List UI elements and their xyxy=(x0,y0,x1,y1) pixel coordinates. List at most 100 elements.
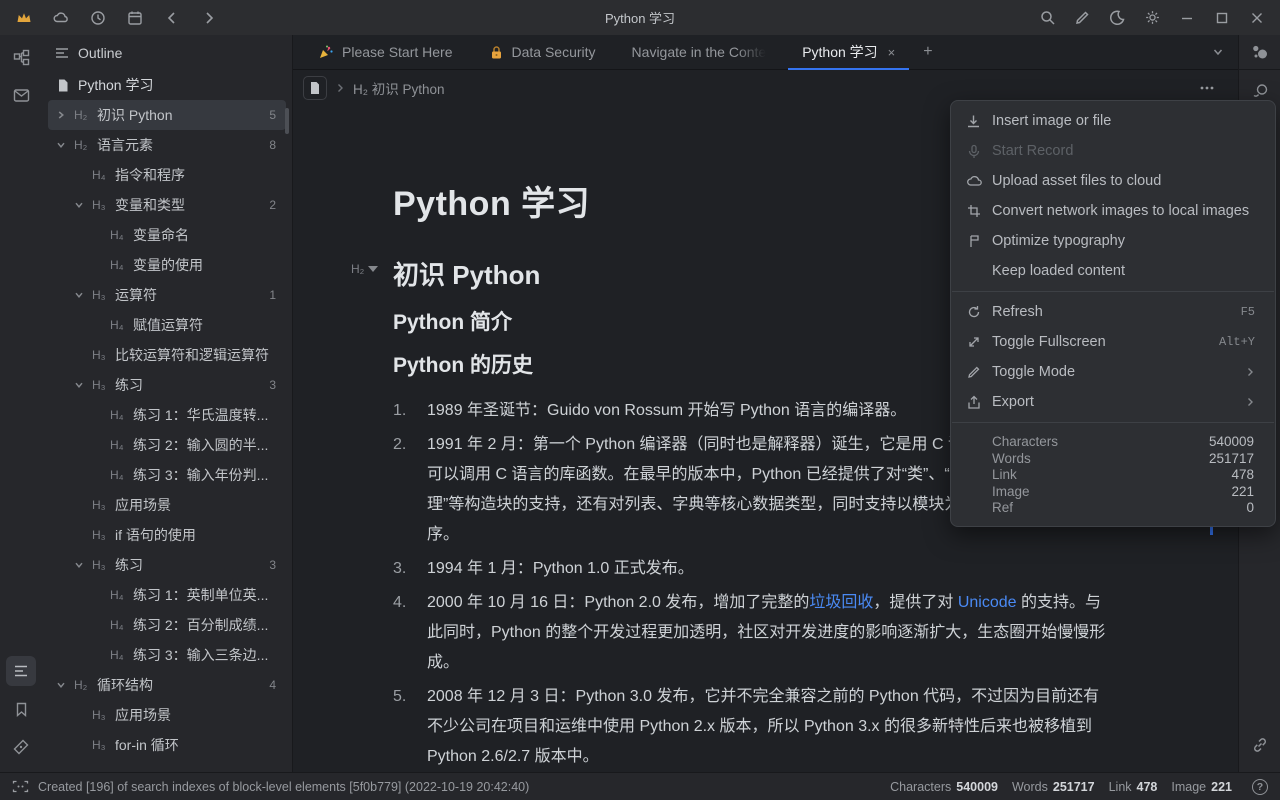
chevron-down-icon[interactable] xyxy=(74,290,92,300)
settings-gear-icon[interactable] xyxy=(1141,7,1163,29)
insert-download-icon xyxy=(965,114,982,129)
cloud-icon xyxy=(965,174,982,188)
edit-icon[interactable] xyxy=(1071,7,1093,29)
outline-item[interactable]: H₄练习 2：百分制成绩... xyxy=(48,610,286,640)
tab-python-study[interactable]: Python 学习 × xyxy=(784,35,913,69)
chevron-down-icon[interactable] xyxy=(56,140,74,150)
outline-item[interactable]: H₄练习 3：输入年份判... xyxy=(48,460,286,490)
status-message: Created [196] of search indexes of block… xyxy=(38,780,529,794)
outline-item[interactable]: H₃练习3 xyxy=(48,370,286,400)
outline-icon xyxy=(54,45,70,61)
tab-list-chevron-icon[interactable] xyxy=(1212,35,1238,69)
outline-item[interactable]: H₃if 语句的使用 xyxy=(48,520,286,550)
history-icon[interactable] xyxy=(87,7,109,29)
back-icon[interactable] xyxy=(161,7,183,29)
outline-item[interactable]: H₄练习 2：输入圆的半... xyxy=(48,430,286,460)
chevron-right-icon[interactable] xyxy=(56,110,74,120)
outline-doc-title: Python 学习 xyxy=(78,75,153,95)
close-icon[interactable] xyxy=(1246,7,1268,29)
lock-icon xyxy=(489,45,504,60)
menu-item-toggle-mode[interactable]: Toggle Mode xyxy=(951,357,1275,387)
outline-item[interactable]: H₃比较运算符和逻辑运算符 xyxy=(48,340,286,370)
outline-item[interactable]: H₄变量的使用 xyxy=(48,250,286,280)
statusbar: Created [196] of search indexes of block… xyxy=(0,772,1280,800)
menu-item-upload-assets[interactable]: Upload asset files to cloud xyxy=(951,166,1275,196)
bookmark-icon[interactable] xyxy=(6,694,36,724)
breadcrumb-chevron-icon xyxy=(335,83,345,93)
outline-item[interactable]: H₂语言元素8 xyxy=(48,130,286,160)
crown-icon[interactable] xyxy=(13,7,35,29)
document-icon xyxy=(56,78,70,93)
menu-item-start-record[interactable]: Start Record xyxy=(951,136,1275,166)
breadcrumb-item[interactable]: H₂ 初识 Python xyxy=(353,78,445,98)
file-tree-icon[interactable] xyxy=(6,42,36,72)
backlink-icon[interactable] xyxy=(1245,730,1275,760)
document-icon xyxy=(309,81,321,95)
outline-item[interactable]: H₄指令和程序 xyxy=(48,160,286,190)
outline-item[interactable]: H₃for-in 循环 xyxy=(48,730,286,760)
status-words: Words251717 xyxy=(1012,780,1095,794)
outline-item[interactable]: H₄练习 1：英制单位英... xyxy=(48,580,286,610)
pencil-icon xyxy=(965,365,982,379)
typography-icon xyxy=(965,234,982,248)
graph-bubbles-icon[interactable] xyxy=(1245,37,1275,67)
outline-item[interactable]: H₃应用场景 xyxy=(48,700,286,730)
titlebar: Python 学习 xyxy=(0,0,1280,35)
tab-navigate-in-the-content[interactable]: Navigate in the Conte xyxy=(614,35,785,69)
outline-item[interactable]: H₂循环结构4 xyxy=(48,670,286,700)
list-item: 5. 2008 年 12 月 3 日：Python 3.0 发布，它并不完全兼容… xyxy=(393,682,1238,772)
menu-item-keep-loaded-content[interactable]: Keep loaded content xyxy=(951,256,1275,286)
crop-icon xyxy=(965,204,982,218)
outline-item[interactable]: H₂初识 Python5 xyxy=(48,100,286,130)
menu-item-refresh[interactable]: Refresh F5 xyxy=(951,297,1275,327)
tab-data-security[interactable]: Data Security xyxy=(471,35,614,69)
theme-moon-icon[interactable] xyxy=(1106,7,1128,29)
more-options-icon[interactable] xyxy=(1198,79,1228,97)
minimize-icon[interactable] xyxy=(1176,7,1198,29)
tab-please-start-here[interactable]: Please Start Here xyxy=(300,35,471,69)
refresh-icon xyxy=(965,305,982,319)
maximize-icon[interactable] xyxy=(1211,7,1233,29)
outline-item[interactable]: H₄练习 1：华氏温度转... xyxy=(48,400,286,430)
outline-doc-row[interactable]: Python 学习 xyxy=(42,70,292,100)
outline-panel-icon[interactable] xyxy=(6,656,36,686)
outline-item[interactable]: H₃变量和类型2 xyxy=(48,190,286,220)
inbox-icon[interactable] xyxy=(6,80,36,110)
chevron-down-icon[interactable] xyxy=(74,380,92,390)
tab-close-icon[interactable]: × xyxy=(888,45,896,60)
status-characters: Characters540009 xyxy=(890,780,998,794)
outline-item[interactable]: H₃练习3 xyxy=(48,550,286,580)
document-stats: Characters540009 Words251717 Link478 Ima… xyxy=(951,428,1275,517)
list-item: 4. 2000 年 10 月 16 日：Python 2.0 发布，增加了完整的… xyxy=(393,588,1238,678)
new-tab-button[interactable]: + xyxy=(913,35,942,69)
outline-item[interactable]: H₄变量命名 xyxy=(48,220,286,250)
menu-item-export[interactable]: Export xyxy=(951,387,1275,417)
outline-header-label: Outline xyxy=(78,45,122,61)
outline-item[interactable]: H₄练习 3：输入三条边... xyxy=(48,640,286,670)
heading-gutter[interactable]: H₂ xyxy=(351,262,378,276)
menu-item-toggle-fullscreen[interactable]: Toggle Fullscreen Alt+Y xyxy=(951,327,1275,357)
fullscreen-icon xyxy=(965,335,982,349)
cloud-sync-icon[interactable] xyxy=(50,7,72,29)
menu-item-optimize-typography[interactable]: Optimize typography xyxy=(951,226,1275,256)
help-icon[interactable]: ? xyxy=(1252,779,1268,795)
chevron-down-icon[interactable] xyxy=(56,680,74,690)
link-unicode[interactable]: Unicode xyxy=(958,594,1017,611)
menu-item-convert-network-images[interactable]: Convert network images to local images xyxy=(951,196,1275,226)
tag-icon[interactable] xyxy=(6,732,36,762)
link-garbage-collection[interactable]: 垃圾回收 xyxy=(809,594,873,611)
outline-item[interactable]: H₃应用场景 xyxy=(48,490,286,520)
chevron-down-icon[interactable] xyxy=(74,200,92,210)
collapse-triangle-icon xyxy=(368,266,378,272)
menu-item-insert-image-or-file[interactable]: Insert image or file xyxy=(951,106,1275,136)
tabbar: Please Start Here Data Security Navigate… xyxy=(293,35,1238,70)
forward-icon[interactable] xyxy=(198,7,220,29)
breadcrumb-doc-button[interactable] xyxy=(303,76,327,100)
outline-item[interactable]: H₃运算符1 xyxy=(48,280,286,310)
search-icon[interactable] xyxy=(1036,7,1058,29)
calendar-icon[interactable] xyxy=(124,7,146,29)
active-tab-indicator xyxy=(788,68,909,70)
chevron-down-icon[interactable] xyxy=(74,560,92,570)
outline-scrollbar[interactable] xyxy=(285,108,289,134)
outline-item[interactable]: H₄赋值运算符 xyxy=(48,310,286,340)
